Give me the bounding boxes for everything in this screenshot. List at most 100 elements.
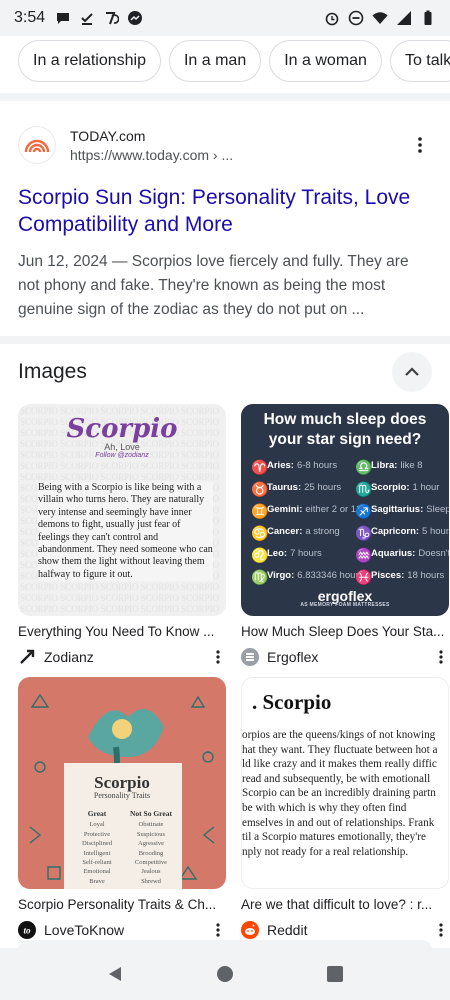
image-caption[interactable]: Everything You Need To Know ...	[18, 624, 226, 639]
image-caption[interactable]: How Much Sleep Does Your Sta...	[241, 624, 449, 639]
result-snippet: Jun 12, 2024 — Scorpios love fiercely an…	[18, 253, 409, 318]
trait-item: Agressive	[138, 840, 164, 848]
more-options-icon[interactable]	[433, 647, 449, 667]
zodiac-sleep-hours: 1 hour	[412, 482, 440, 493]
signal-icon	[397, 11, 411, 25]
zodiac-symbol-icon: ♋	[251, 525, 269, 541]
more-options-icon[interactable]	[210, 920, 226, 940]
more-options-icon[interactable]	[408, 133, 432, 157]
alarm-icon	[325, 12, 339, 26]
zodiac-sign-name: Virgo:	[267, 570, 295, 581]
zodiac-sign-name: Taurus:	[267, 482, 302, 493]
zodiac-sleep-hours: 25 hours	[304, 482, 342, 493]
zodiac-sleep-hours: a strong	[305, 526, 340, 537]
image-thumbnail[interactable]: Scorpio Personality Traits Great Loyal P…	[18, 677, 226, 889]
image-caption[interactable]: Scorpio Personality Traits & Ch...	[18, 897, 226, 912]
text-line: ld like crazy and it makes them really d…	[242, 758, 437, 771]
thumb-subtitle: Ah, Love	[104, 442, 140, 452]
refinement-chips: In a relationship In a man In a woman To…	[0, 40, 450, 86]
chip-in-a-woman[interactable]: In a woman	[269, 40, 382, 82]
home-icon[interactable]	[216, 965, 234, 983]
zodiac-symbol-icon: ♏	[355, 481, 373, 497]
image-card-zodianz[interactable]: SCORPIO SCORPIO SCORPIO SCORPIO SCORPIO …	[18, 404, 226, 667]
zodiac-sign-name: Leo:	[267, 548, 288, 559]
text-line: be with which is why they often find	[242, 801, 407, 814]
trait-item: Protective	[83, 830, 111, 838]
thumb-heading: How much sleep does your star sign need?	[263, 411, 427, 448]
zodiac-sleep-grid: ♈ Aries: 6-8 hours ♎ Libra: like 8 ♉ Taurus: 25 …	[251, 460, 449, 589]
text-line: hat they want. They fluctuate between ho…	[242, 743, 438, 756]
status-bar: 3:54	[0, 0, 450, 36]
image-source-name[interactable]: Ergoflex	[267, 649, 433, 665]
chip-in-a-man[interactable]: In a man	[168, 40, 262, 82]
zodiac-sign-entry: ♊ Gemini: either 2 or 12	[251, 503, 361, 523]
zodiac-sleep-hours: either 2 or 12	[305, 504, 362, 515]
image-thumbnail[interactable]: How much sleep does your star sign need?…	[241, 404, 449, 616]
zodiac-sleep-hours: Doesn't sleep	[418, 548, 449, 559]
image-source-name[interactable]: Zodianz	[44, 649, 210, 665]
back-icon[interactable]	[106, 965, 124, 983]
zodiac-sign-entry: ♍ Virgo: 6.833346 hours	[251, 569, 363, 589]
trait-item: Emotional	[83, 868, 111, 876]
collapse-button[interactable]	[392, 352, 432, 392]
zodiac-sign-name: Sagittarius:	[371, 504, 424, 515]
thumb-brand: Scorpio	[66, 414, 178, 444]
text-line: orpios are the queens/kings of not knowi…	[242, 729, 436, 741]
zodiac-symbol-icon: ♍	[251, 569, 269, 585]
thumb-subtitle: Personality Traits	[93, 791, 151, 800]
image-thumbnail[interactable]: SCORPIO SCORPIO SCORPIO SCORPIO SCORPIO …	[18, 404, 226, 616]
result-source-row[interactable]: TODAY.com https://www.today.com › ...	[18, 118, 432, 172]
trait-item: Obstinate	[138, 821, 164, 829]
image-caption[interactable]: Are we that difficult to love? : r...	[241, 897, 449, 912]
zodiac-sign-name: Cancer:	[267, 526, 303, 537]
image-source-name[interactable]: Reddit	[267, 922, 433, 938]
chip-to-talk[interactable]: To talk	[389, 40, 450, 82]
lovetoknow-logo-icon: to	[18, 921, 36, 939]
zodiac-sleep-hours: 6.833346 hours	[297, 570, 364, 581]
zodiac-sleep-hours: 5 hours	[422, 526, 449, 537]
zodiac-sleep-hours: Sleep	[426, 504, 449, 515]
zodiac-sign-name: Aquarius:	[371, 548, 416, 559]
status-time: 3:54	[14, 9, 46, 26]
recents-icon[interactable]	[326, 965, 344, 983]
image-card-ergoflex[interactable]: How much sleep does your star sign need?…	[241, 404, 449, 667]
zodiac-sleep-hours: 6-8 hours	[296, 460, 338, 471]
thumb-body-text: Being with a Scorpio is like being with …	[38, 482, 213, 582]
chevron-up-icon	[405, 367, 419, 376]
image-card-reddit[interactable]: . Scorpio orpios are the queens/kings of…	[241, 677, 449, 940]
zodiac-sign-entry: ♌ Leo: 7 hours	[251, 548, 355, 567]
thumb-body-text: orpios are the queens/kings of not knowi…	[242, 728, 448, 859]
zodiac-sign-name: Libra:	[371, 460, 398, 471]
section-divider	[0, 93, 450, 101]
zodiac-sign-entry: ♏ Scorpio: 1 hour	[355, 482, 443, 501]
result-title-link[interactable]: Scorpio Sun Sign: Personality Traits, Lo…	[18, 184, 432, 238]
battery-icon	[424, 10, 432, 25]
trait-item: Brooding	[138, 849, 164, 857]
not-so-great-column-header: Not So Great	[130, 809, 172, 818]
zodiac-sign-entry: ♎ Libra: like 8	[355, 460, 443, 479]
result-source-name: TODAY.com	[70, 127, 146, 144]
section-divider	[0, 336, 450, 344]
trait-item: Shrewd	[141, 877, 161, 885]
zodiac-sign-entry: ♐ Sagittarius: Sleep	[355, 503, 449, 523]
zodiac-sign-name: Aries:	[267, 460, 294, 471]
image-card-lovetoknow[interactable]: Scorpio Personality Traits Great Loyal P…	[18, 677, 226, 940]
trait-item: Competitive	[134, 859, 168, 867]
zodiac-sign-name: Scorpio:	[371, 482, 410, 493]
more-options-icon[interactable]	[210, 647, 226, 667]
zodiac-sign-name: Pisces:	[371, 570, 405, 581]
zodiac-symbol-icon: ♐	[355, 503, 373, 519]
ergoflex-logo: ergoflex AS MEMORY FOAM MATTRESSES	[241, 588, 449, 608]
image-thumbnail[interactable]: . Scorpio orpios are the queens/kings of…	[241, 677, 449, 889]
download-done-icon	[81, 13, 93, 25]
zodiac-symbol-icon: ♉	[251, 481, 269, 497]
zodiac-symbol-icon: ♊	[251, 503, 269, 519]
more-options-icon[interactable]	[433, 920, 449, 940]
chip-in-a-relationship[interactable]: In a relationship	[18, 40, 161, 82]
image-source-name[interactable]: LoveToKnow	[44, 922, 210, 938]
zodiac-symbol-icon: ♒	[355, 547, 373, 563]
trait-item: Loyal	[89, 821, 105, 829]
zodiac-sign-entry: ♓ Pisces: 18 hours	[355, 570, 444, 589]
result-source-url: https://www.today.com › ...	[70, 146, 234, 163]
app-icon	[106, 12, 120, 25]
